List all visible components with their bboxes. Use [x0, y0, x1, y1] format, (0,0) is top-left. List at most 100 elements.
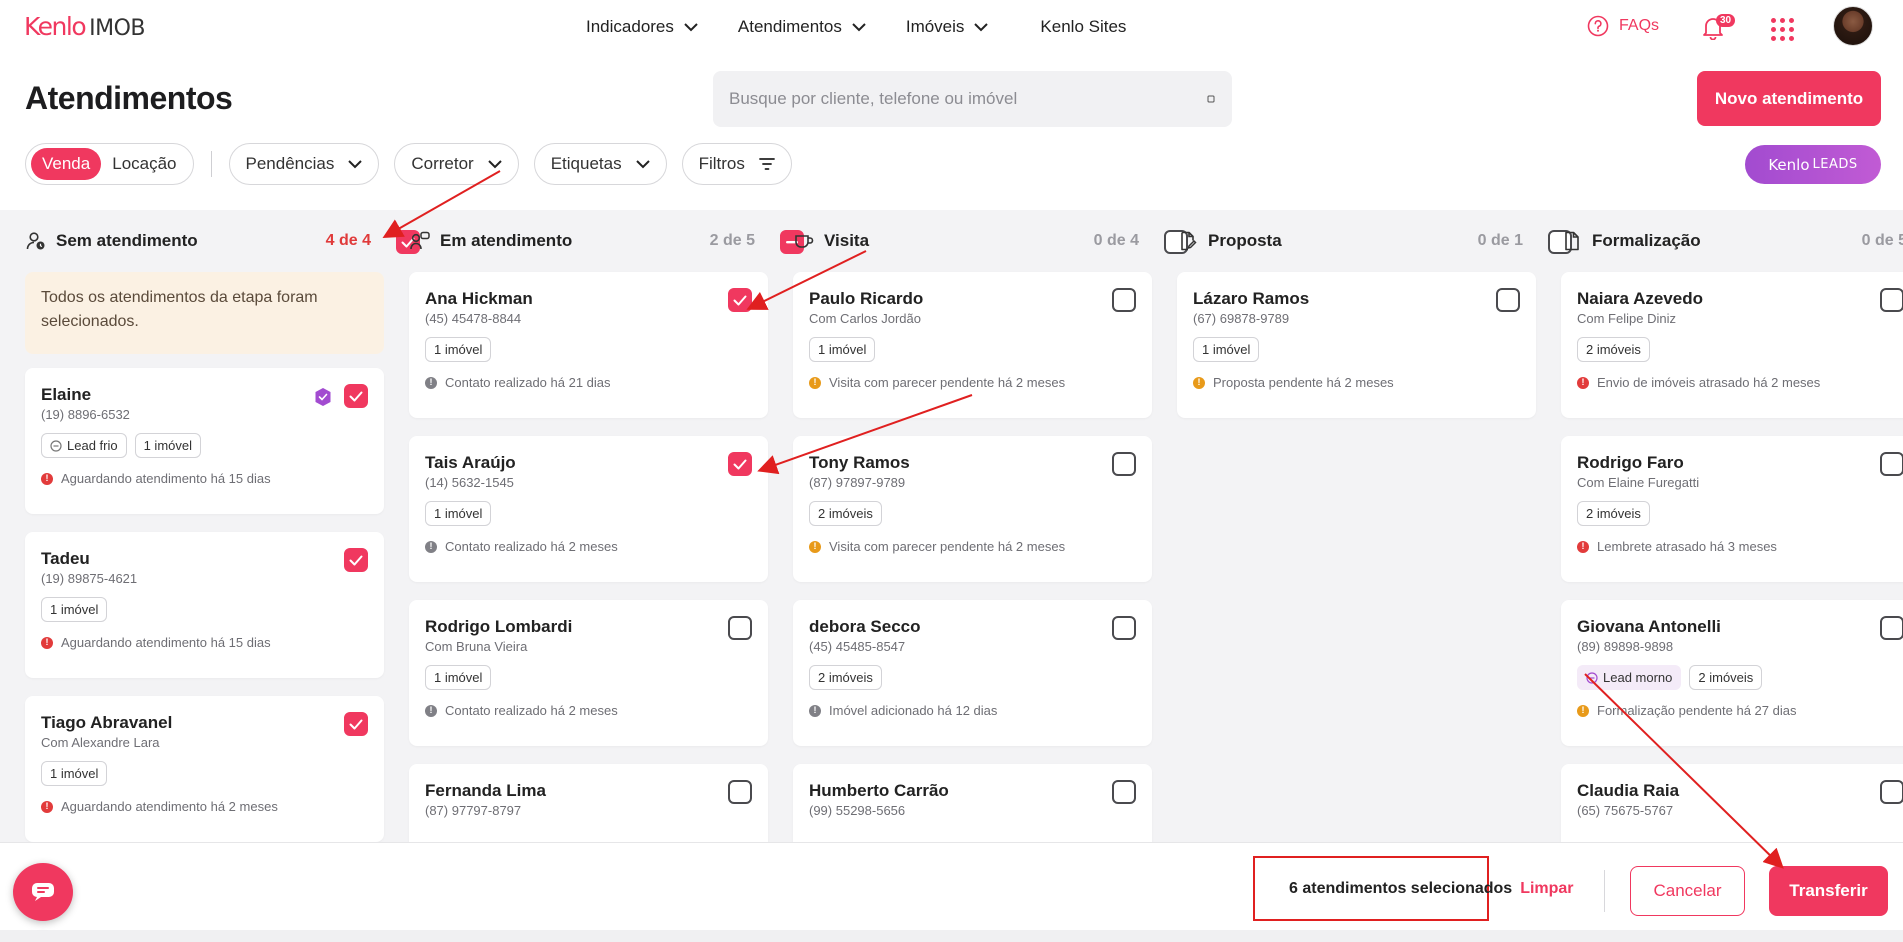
attendance-card[interactable]: Tadeu (19) 89875-4621 1 imóvel! Aguardando …: [25, 532, 384, 678]
card-select-checkbox[interactable]: [1112, 288, 1136, 312]
attendance-card[interactable]: debora Secco (45) 45485-8547 2 imóveis! Imó…: [793, 600, 1152, 746]
card-select-checkbox[interactable]: [1880, 452, 1903, 476]
card-select-checkbox[interactable]: [1112, 616, 1136, 640]
attendance-card[interactable]: Paulo Ricardo Com Carlos Jordão 1 imóvel! V…: [793, 272, 1152, 418]
chat-button[interactable]: [13, 863, 73, 921]
card-status: ! Contato realizado há 2 meses: [425, 703, 752, 718]
property-count-tag: 1 imóvel: [809, 337, 876, 362]
tag-label: 2 imóveis: [818, 506, 873, 521]
client-subtitle: (89) 89898-9898: [1577, 639, 1674, 654]
deal-type-toggle: Venda Locação: [25, 143, 194, 185]
attendance-card[interactable]: Tais Araújo (14) 5632-1545 1 imóvel! Contat…: [409, 436, 768, 582]
column-count: 2 de 5: [709, 232, 755, 249]
card-select-checkbox[interactable]: [1496, 288, 1520, 312]
card-select-checkbox[interactable]: [728, 780, 752, 804]
clear-selection-link[interactable]: Limpar: [1520, 880, 1573, 898]
status-text: Formalização pendente há 27 dias: [1597, 703, 1797, 718]
column-title: Proposta: [1178, 231, 1282, 251]
attendance-card[interactable]: Lázaro Ramos (67) 69878-9789 1 imóvel! Prop…: [1177, 272, 1536, 418]
column-count: 0 de 1: [1477, 232, 1523, 249]
column-header: Sem atendimento 4 de 4: [25, 210, 420, 272]
tag-label: Lead frio: [67, 438, 118, 453]
card-tags: 2 imóveis: [1577, 501, 1903, 526]
column-title-text: Sem atendimento: [56, 231, 198, 250]
document-icon: [1565, 231, 1579, 251]
card-tags: 2 imóveis: [809, 501, 1136, 526]
client-subtitle: Com Elaine Furegatti: [1577, 475, 1700, 490]
property-count-tag: 1 imóvel: [41, 597, 108, 622]
card-select-checkbox[interactable]: [1880, 780, 1903, 804]
lead-temperature-tag: Lead frio: [41, 433, 127, 458]
attendance-card[interactable]: Tiago Abravanel Com Alexandre Lara 1 imóve…: [25, 696, 384, 842]
attendance-card[interactable]: Ana Hickman (45) 45478-8844 1 imóvel! Conta…: [409, 272, 768, 418]
card-select-checkbox[interactable]: [728, 616, 752, 640]
attendance-card[interactable]: Fernanda Lima (87) 97797-8797: [409, 764, 768, 842]
tag-label: 1 imóvel: [143, 438, 193, 453]
card-status: ! Aguardando atendimento há 15 dias: [41, 635, 368, 650]
card-status: ! Contato realizado há 2 meses: [425, 539, 752, 554]
notifications-button[interactable]: 30: [1702, 14, 1736, 45]
attendance-card[interactable]: Giovana Antonelli (89) 89898-9898 Lead mor…: [1561, 600, 1903, 746]
pendencias-dropdown[interactable]: Pendências: [228, 143, 380, 185]
selection-count-text: 6 atendimentos selecionados: [1289, 879, 1513, 897]
etiquetas-dropdown[interactable]: Etiquetas: [533, 143, 667, 185]
card-tags: 1 imóvel: [425, 337, 752, 362]
search-input[interactable]: [729, 89, 1169, 109]
column-title-text: Visita: [824, 231, 870, 250]
tag-label: 1 imóvel: [50, 602, 99, 617]
search-clear-icon[interactable]: [1206, 94, 1216, 104]
attendance-card[interactable]: Rodrigo Lombardi Com Bruna Vieira 1 imóvel…: [409, 600, 768, 746]
segment-venda[interactable]: Venda: [31, 148, 102, 180]
client-subtitle: (65) 75675-5767: [1577, 803, 1674, 818]
card-select-checkbox[interactable]: [344, 384, 368, 408]
apps-grid-icon[interactable]: [1771, 18, 1794, 41]
status-text: Aguardando atendimento há 2 meses: [61, 799, 278, 814]
status-text: Visita com parecer pendente há 2 meses: [829, 375, 1066, 390]
segment-locacao[interactable]: Locação: [101, 148, 187, 180]
nav-atendimentos[interactable]: Atendimentos: [738, 17, 866, 37]
column-header: Proposta 0 de 1: [1177, 210, 1572, 272]
new-attendance-button[interactable]: Novo atendimento: [1697, 71, 1881, 126]
attendance-card[interactable]: Humberto Carrão (99) 55298-5656: [793, 764, 1152, 842]
dropdown-label: Etiquetas: [550, 154, 622, 173]
card-select-checkbox[interactable]: [344, 548, 368, 572]
card-tags: 1 imóvel: [41, 597, 368, 622]
property-count-tag: 2 imóveis: [809, 501, 882, 526]
tag-label: 1 imóvel: [1202, 342, 1251, 357]
cancel-button[interactable]: Cancelar: [1630, 866, 1745, 916]
nav-imoveis[interactable]: Imóveis: [906, 17, 989, 37]
attendance-card[interactable]: Claudia Raia (65) 75675-5767: [1561, 764, 1903, 842]
nav-kenlo-sites[interactable]: Kenlo Sites: [1040, 17, 1126, 37]
faqs-link[interactable]: FAQs: [1587, 15, 1659, 37]
card-select-checkbox[interactable]: [1880, 288, 1903, 312]
kanban-column: Sem atendimento 4 de 4 Todos os atendiment…: [25, 210, 420, 842]
search-box[interactable]: [713, 71, 1232, 127]
card-select-checkbox[interactable]: [728, 288, 752, 312]
client-subtitle: (99) 55298-5656: [809, 803, 906, 818]
card-select-checkbox[interactable]: [1112, 780, 1136, 804]
card-select-checkbox[interactable]: [344, 712, 368, 736]
leads-brand-text: Kenlo: [1768, 155, 1810, 174]
attendance-card[interactable]: Naiara Azevedo Com Felipe Diniz 2 imóveis!…: [1561, 272, 1903, 418]
attendance-card[interactable]: Elaine (19) 8896-6532 Lead frio 1 imóvel! Ag…: [25, 368, 384, 514]
nav-label: Indicadores: [586, 17, 674, 36]
column-title: Em atendimento: [410, 231, 572, 251]
kenlo-imob-logo[interactable]: Kenlo IMOB: [24, 12, 146, 41]
filters-divider: [210, 151, 212, 177]
kenlo-leads-button[interactable]: Kenlo LEADS: [1745, 145, 1881, 184]
card-select-checkbox[interactable]: [728, 452, 752, 476]
chevron-down-icon: [348, 159, 363, 168]
card-select-checkbox[interactable]: [1880, 616, 1903, 640]
user-avatar[interactable]: [1833, 6, 1873, 46]
notification-count-badge: 30: [1716, 14, 1736, 27]
transfer-button[interactable]: Transferir: [1769, 866, 1888, 916]
property-count-tag: 2 imóveis: [1689, 665, 1763, 690]
attendance-card[interactable]: Rodrigo Faro Com Elaine Furegatti 2 imóvei…: [1561, 436, 1903, 582]
client-name: Tony Ramos: [809, 453, 910, 472]
nav-indicadores[interactable]: Indicadores: [586, 17, 698, 37]
card-select-checkbox[interactable]: [1112, 452, 1136, 476]
filtros-button[interactable]: Filtros: [681, 143, 792, 185]
tag-label: 2 imóveis: [818, 670, 873, 685]
corretor-dropdown[interactable]: Corretor: [394, 143, 519, 185]
attendance-card[interactable]: Tony Ramos (87) 97897-9789 2 imóveis! Visit…: [793, 436, 1152, 582]
